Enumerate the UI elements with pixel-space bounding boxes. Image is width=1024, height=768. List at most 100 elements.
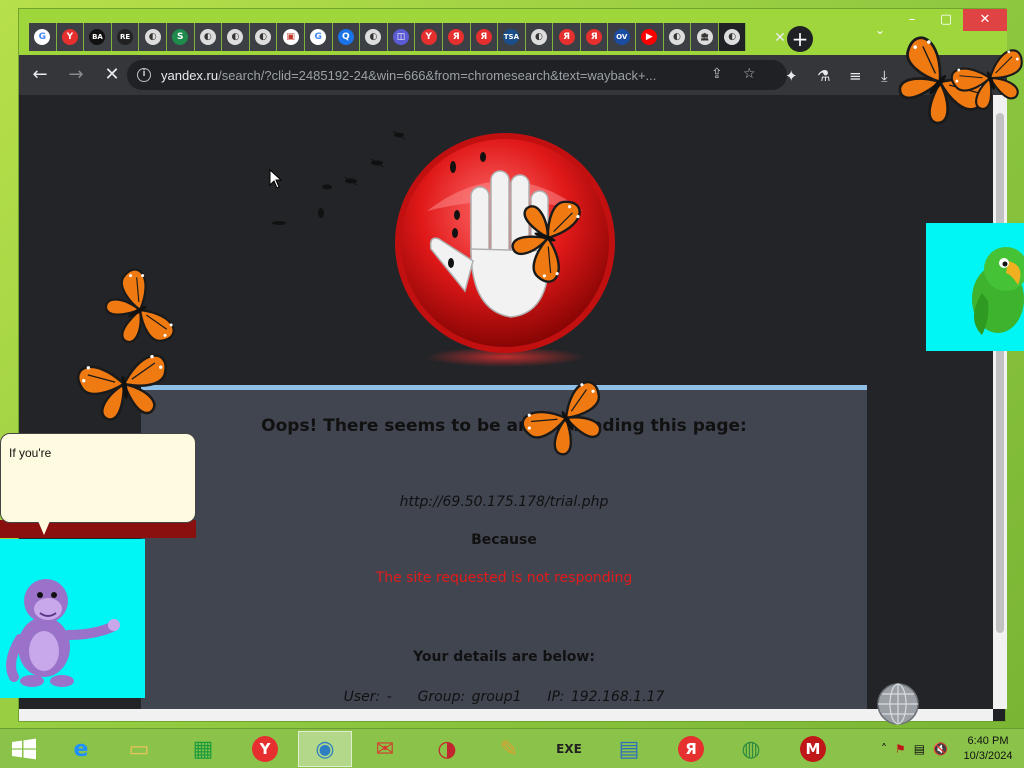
yandex-ya-icon: Я	[586, 29, 603, 45]
minimize-button[interactable]: –	[895, 9, 929, 31]
browser-tab[interactable]: ◐	[139, 23, 167, 51]
news-app-icon: ▤	[618, 736, 640, 762]
browser-tab[interactable]: Я	[580, 23, 609, 51]
clock-time: 6:40 PM	[967, 735, 1009, 747]
browser-tab[interactable]: ◐	[194, 23, 223, 51]
browser-tab[interactable]: Я	[442, 23, 471, 51]
error-title: Oops! There seems to be ar e loading thi…	[261, 416, 747, 436]
browser-tab[interactable]: ◫	[387, 23, 416, 51]
browser-tab[interactable]: ◐	[525, 23, 554, 51]
scrollbar-thumb[interactable]	[996, 113, 1004, 633]
browser-tab[interactable]: Q	[332, 23, 361, 51]
globe-icon: ◐	[365, 29, 382, 45]
bonzi-assistant-window[interactable]	[0, 539, 145, 698]
taskbar-app[interactable]: ▤	[602, 731, 656, 767]
start-button[interactable]	[0, 729, 48, 768]
browser-tab[interactable]: Я	[470, 23, 499, 51]
tab-strip: G Y BA RE ◐ S ◐ ◐ ◐ ▣ G Q ◐ ◫ Y Я Я TSA ◐ Я Я OV ▶ ◐ 🏛 ◐ ✕ + ⌄ – …	[19, 9, 1007, 55]
taskbar: e ▭ ▦ Y ◉ ✉ ◑ ✎ EXE ▤ Я ◍ M ˄ ⚑ ▤ 🔇 6:40 PM 10/3/202…	[0, 728, 1024, 768]
app-icon: ◫	[393, 29, 410, 45]
ov-icon: OV	[613, 29, 630, 45]
error-url: http://69.50.175.178/trial.php	[399, 494, 609, 510]
parrot-assistant-window	[926, 223, 1024, 351]
stop-loading-button[interactable]: ✕	[97, 60, 127, 90]
back-button[interactable]: ←	[25, 60, 55, 90]
re-icon: RE	[117, 29, 134, 45]
forward-button[interactable]: →	[61, 60, 91, 90]
taskbar-app[interactable]: EXE	[542, 731, 596, 767]
yandex-ya-icon: Я	[558, 29, 575, 45]
site-info-icon[interactable]: i	[137, 68, 151, 82]
globe-icon: ◐	[144, 29, 161, 45]
chrome-labs-icon[interactable]: ⚗	[817, 67, 830, 85]
taskbar-app[interactable]: ◑	[420, 731, 474, 767]
vertical-scrollbar[interactable]	[993, 95, 1007, 709]
share-icon[interactable]: ⇪	[711, 66, 723, 82]
browser-tab[interactable]: Y	[415, 23, 443, 51]
browser-tab[interactable]: S	[166, 23, 195, 51]
taskbar-app[interactable]: Я	[664, 731, 718, 767]
error-reason: The site requested is not responding	[375, 570, 633, 586]
taskbar-app[interactable]: Y	[238, 731, 292, 767]
address-bar[interactable]: i yandex.ru/search/?clid=2485192-24&win=…	[127, 60, 787, 90]
taskbar-app[interactable]: ▦	[176, 731, 230, 767]
browser-tab[interactable]: ◐	[249, 23, 278, 51]
browser-tab[interactable]: ▣	[277, 23, 305, 51]
url-host: yandex.ru	[161, 67, 219, 83]
purple-gorilla-icon[interactable]	[0, 539, 145, 698]
action-center-flag-icon[interactable]: ⚑	[895, 742, 906, 756]
speech-bubble: If you're	[0, 433, 196, 523]
tab-search-dropdown-icon[interactable]: ⌄	[875, 23, 885, 37]
browser-tab[interactable]: 🏛	[691, 23, 719, 51]
taskbar-app[interactable]: ✉	[358, 731, 412, 767]
taskbar-app[interactable]: M	[786, 731, 840, 767]
browser-tab[interactable]: ◐	[663, 23, 692, 51]
browser-tab[interactable]: G	[29, 23, 57, 51]
maximize-button[interactable]: ▢	[929, 9, 963, 31]
browser-tab[interactable]: OV	[608, 23, 637, 51]
browser-tab[interactable]: Y	[56, 23, 85, 51]
taskbar-app[interactable]: ✎	[482, 731, 536, 767]
yandex-icon: Y	[61, 29, 78, 45]
ba-icon: BA	[89, 29, 106, 45]
internet-explorer-icon: e	[73, 736, 89, 762]
new-tab-button[interactable]: +	[787, 26, 813, 52]
taskbar-app[interactable]: ▭	[112, 731, 166, 767]
stop-hand-logo	[395, 133, 615, 367]
tab-list: G Y BA RE ◐ S ◐ ◐ ◐ ▣ G Q ◐ ◫ Y Я Я TSA ◐ Я Я OV ▶ ◐ 🏛 ◐	[29, 23, 747, 51]
media-controls-icon[interactable]: ≡	[849, 67, 862, 85]
browser-tab[interactable]: ▶	[636, 23, 664, 51]
chrome-window: G Y BA RE ◐ S ◐ ◐ ◐ ▣ G Q ◐ ◫ Y Я Я TSA ◐ Я Я OV ▶ ◐ 🏛 ◐ ✕ + ⌄ – …	[18, 8, 1007, 722]
mouse-cursor-icon	[269, 169, 283, 189]
browser-toolbar: ← → ✕ i yandex.ru/search/?clid=2485192-2…	[19, 55, 1007, 95]
volume-muted-icon[interactable]: 🔇	[933, 742, 948, 756]
bookmark-star-icon[interactable]: ☆	[743, 66, 756, 82]
browser-tab[interactable]: TSA	[498, 23, 526, 51]
horizontal-scrollbar[interactable]	[19, 709, 993, 721]
clock[interactable]: 6:40 PM 10/3/2024	[952, 734, 1024, 764]
browser-tab[interactable]: RE	[111, 23, 140, 51]
taskbar-app[interactable]: ◍	[724, 731, 778, 767]
tray-chevron-icon[interactable]: ˄	[881, 742, 887, 756]
browser-tab[interactable]: G	[304, 23, 333, 51]
browser-tab[interactable]: ◐	[360, 23, 388, 51]
archive-icon: 🏛	[696, 29, 713, 45]
page-viewport: Oops! There seems to be ar e loading thi…	[19, 95, 993, 709]
taskbar-app[interactable]: e	[54, 731, 108, 767]
browser-tab[interactable]: ◐	[222, 23, 250, 51]
browser-tab[interactable]: BA	[84, 23, 112, 51]
globe-icon[interactable]	[876, 682, 920, 726]
downloads-icon[interactable]: ⤓	[881, 67, 888, 85]
network-icon[interactable]: ▤	[914, 742, 925, 756]
close-window-button[interactable]: ✕	[963, 9, 1007, 31]
browser-tab[interactable]: ◐	[718, 23, 747, 51]
yandex-icon: Y	[420, 29, 437, 45]
user-details: User: - Group: group1 IP: 192.168.1.17	[343, 689, 665, 705]
photo-icon: ▣	[282, 29, 299, 45]
extensions-icon[interactable]: ✦	[785, 67, 798, 85]
taskbar-app[interactable]: ◉	[298, 731, 352, 767]
details-title: Your details are below:	[413, 649, 595, 665]
browser-tab[interactable]: Я	[553, 23, 581, 51]
address-url[interactable]: yandex.ru/search/?clid=2485192-24&win=66…	[161, 68, 701, 83]
chrome-icon: ◉	[315, 736, 335, 762]
